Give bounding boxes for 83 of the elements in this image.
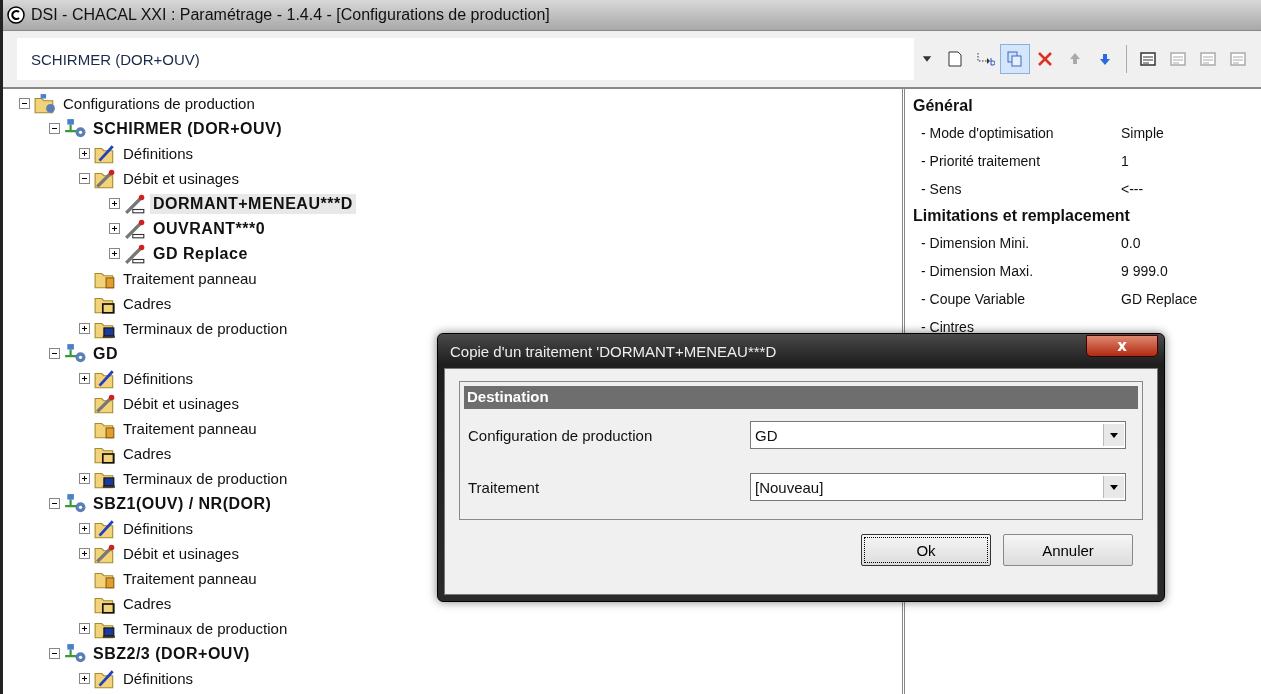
expand-icon[interactable] [79,473,90,484]
expand-icon[interactable] [79,673,90,684]
expand-icon[interactable] [79,548,90,559]
tree-item[interactable]: Définitions [120,144,197,163]
network-gear-icon [64,118,86,139]
saw-icon [124,218,146,239]
expand-icon[interactable] [79,323,90,334]
tree-item[interactable]: Traitement panneau [120,419,260,438]
tree-item[interactable]: SCHIRMER (DOR+OUV) [90,118,285,139]
property-label: - Dimension Maxi. [921,263,1035,279]
property-value: 9 999.0 [1121,263,1169,279]
collapse-icon[interactable] [49,498,60,509]
folder-pencil-icon [94,668,116,689]
tree-item[interactable]: Définitions [120,669,197,688]
tree-item[interactable]: DORMANT+MENEAU***D [150,193,356,214]
tree-item[interactable]: Débit et usinages [120,394,242,413]
tree-item[interactable]: Terminaux de production [120,319,291,338]
expand-icon[interactable] [109,248,120,259]
tree-item[interactable]: Cadres [120,444,175,463]
select-field[interactable]: [Nouveau] [750,473,1126,501]
tree-item[interactable]: Configurations de production [60,94,258,113]
collapse-icon[interactable] [49,123,60,134]
section-heading: Limitations et remplacement [913,206,1131,226]
expand-icon[interactable] [79,148,90,159]
folder-saw-icon [94,393,116,414]
group-heading: Destination [464,386,1138,409]
dialog-button[interactable]: Ok [861,534,991,566]
tree-item[interactable]: Définitions [120,369,197,388]
close-button[interactable]: x [1086,335,1158,357]
tree-item[interactable]: Cadres [120,594,175,613]
tree-item[interactable]: Débit et usinages [120,169,242,188]
tree-item[interactable]: Traitement panneau [120,269,260,288]
collapse-icon[interactable] [19,98,30,109]
tree-item[interactable]: Traitement panneau [120,569,260,588]
tree-item[interactable]: OUVRANT***0 [150,218,269,239]
property-label: - Dimension Mini. [921,235,1031,251]
folder-pencil-icon [94,143,116,164]
tree-item[interactable]: GD [90,343,121,364]
field-label: Traitement [468,478,541,496]
collapse-icon[interactable] [49,348,60,359]
property-label: - Priorité traitement [921,153,1042,169]
tree-item[interactable]: GD Replace [150,243,251,264]
dialog-button[interactable]: Annuler [1003,534,1133,566]
tree-item[interactable]: Terminaux de production [120,469,291,488]
tree-item[interactable]: SBZ2/3 (DOR+OUV) [90,643,253,664]
collapse-icon[interactable] [79,173,90,184]
network-gear-icon [64,343,86,364]
tree-item[interactable]: SBZ1(OUV) / NR(DOR) [90,493,275,514]
property-label: - Sens [921,181,963,197]
app-logo-icon [7,6,25,24]
tree-item[interactable]: Définitions [120,519,197,538]
select-field[interactable]: GD [750,421,1126,449]
dialog-title: Copie d'un traitement 'DORMANT+MENEAU***D [449,342,777,360]
folder-saw-icon [94,168,116,189]
expand-icon[interactable] [79,523,90,534]
section-heading: Général [913,96,974,116]
property-value: 0.0 [1121,235,1142,251]
expand-icon[interactable] [109,198,120,209]
collapse-icon[interactable] [49,648,60,659]
property-value: 1 [1121,153,1130,169]
saw-icon [124,193,146,214]
network-gear-icon [64,493,86,514]
tree-item[interactable]: Cadres [120,294,175,313]
folder-pencil-icon [94,368,116,389]
saw-icon [124,243,146,264]
folder-gear-icon [34,93,56,114]
tree-item[interactable]: Terminaux de production [120,619,291,638]
window-title: DSI - CHACAL XXI : Paramétrage - 1.4.4 - [Configurations de production] [31,6,550,24]
property-value: GD Replace [1121,291,1199,307]
tree-item[interactable]: Débit et usinages [120,544,242,563]
field-label: Configuration de production [468,426,654,444]
property-label: - Cintres [921,319,975,335]
configuration-dropdown[interactable]: SCHIRMER (DOR+OUV) [17,38,914,80]
expand-icon[interactable] [109,223,120,234]
expand-icon[interactable] [79,373,90,384]
folder-pencil-icon [94,518,116,539]
property-label: - Mode d'optimisation [921,125,1055,141]
network-gear-icon [64,643,86,664]
folder-saw-icon [94,543,116,564]
property-label: - Coupe Variable [921,291,1027,307]
property-value: Simple [1121,125,1165,141]
property-value: <--- [1121,181,1145,197]
expand-icon[interactable] [79,623,90,634]
